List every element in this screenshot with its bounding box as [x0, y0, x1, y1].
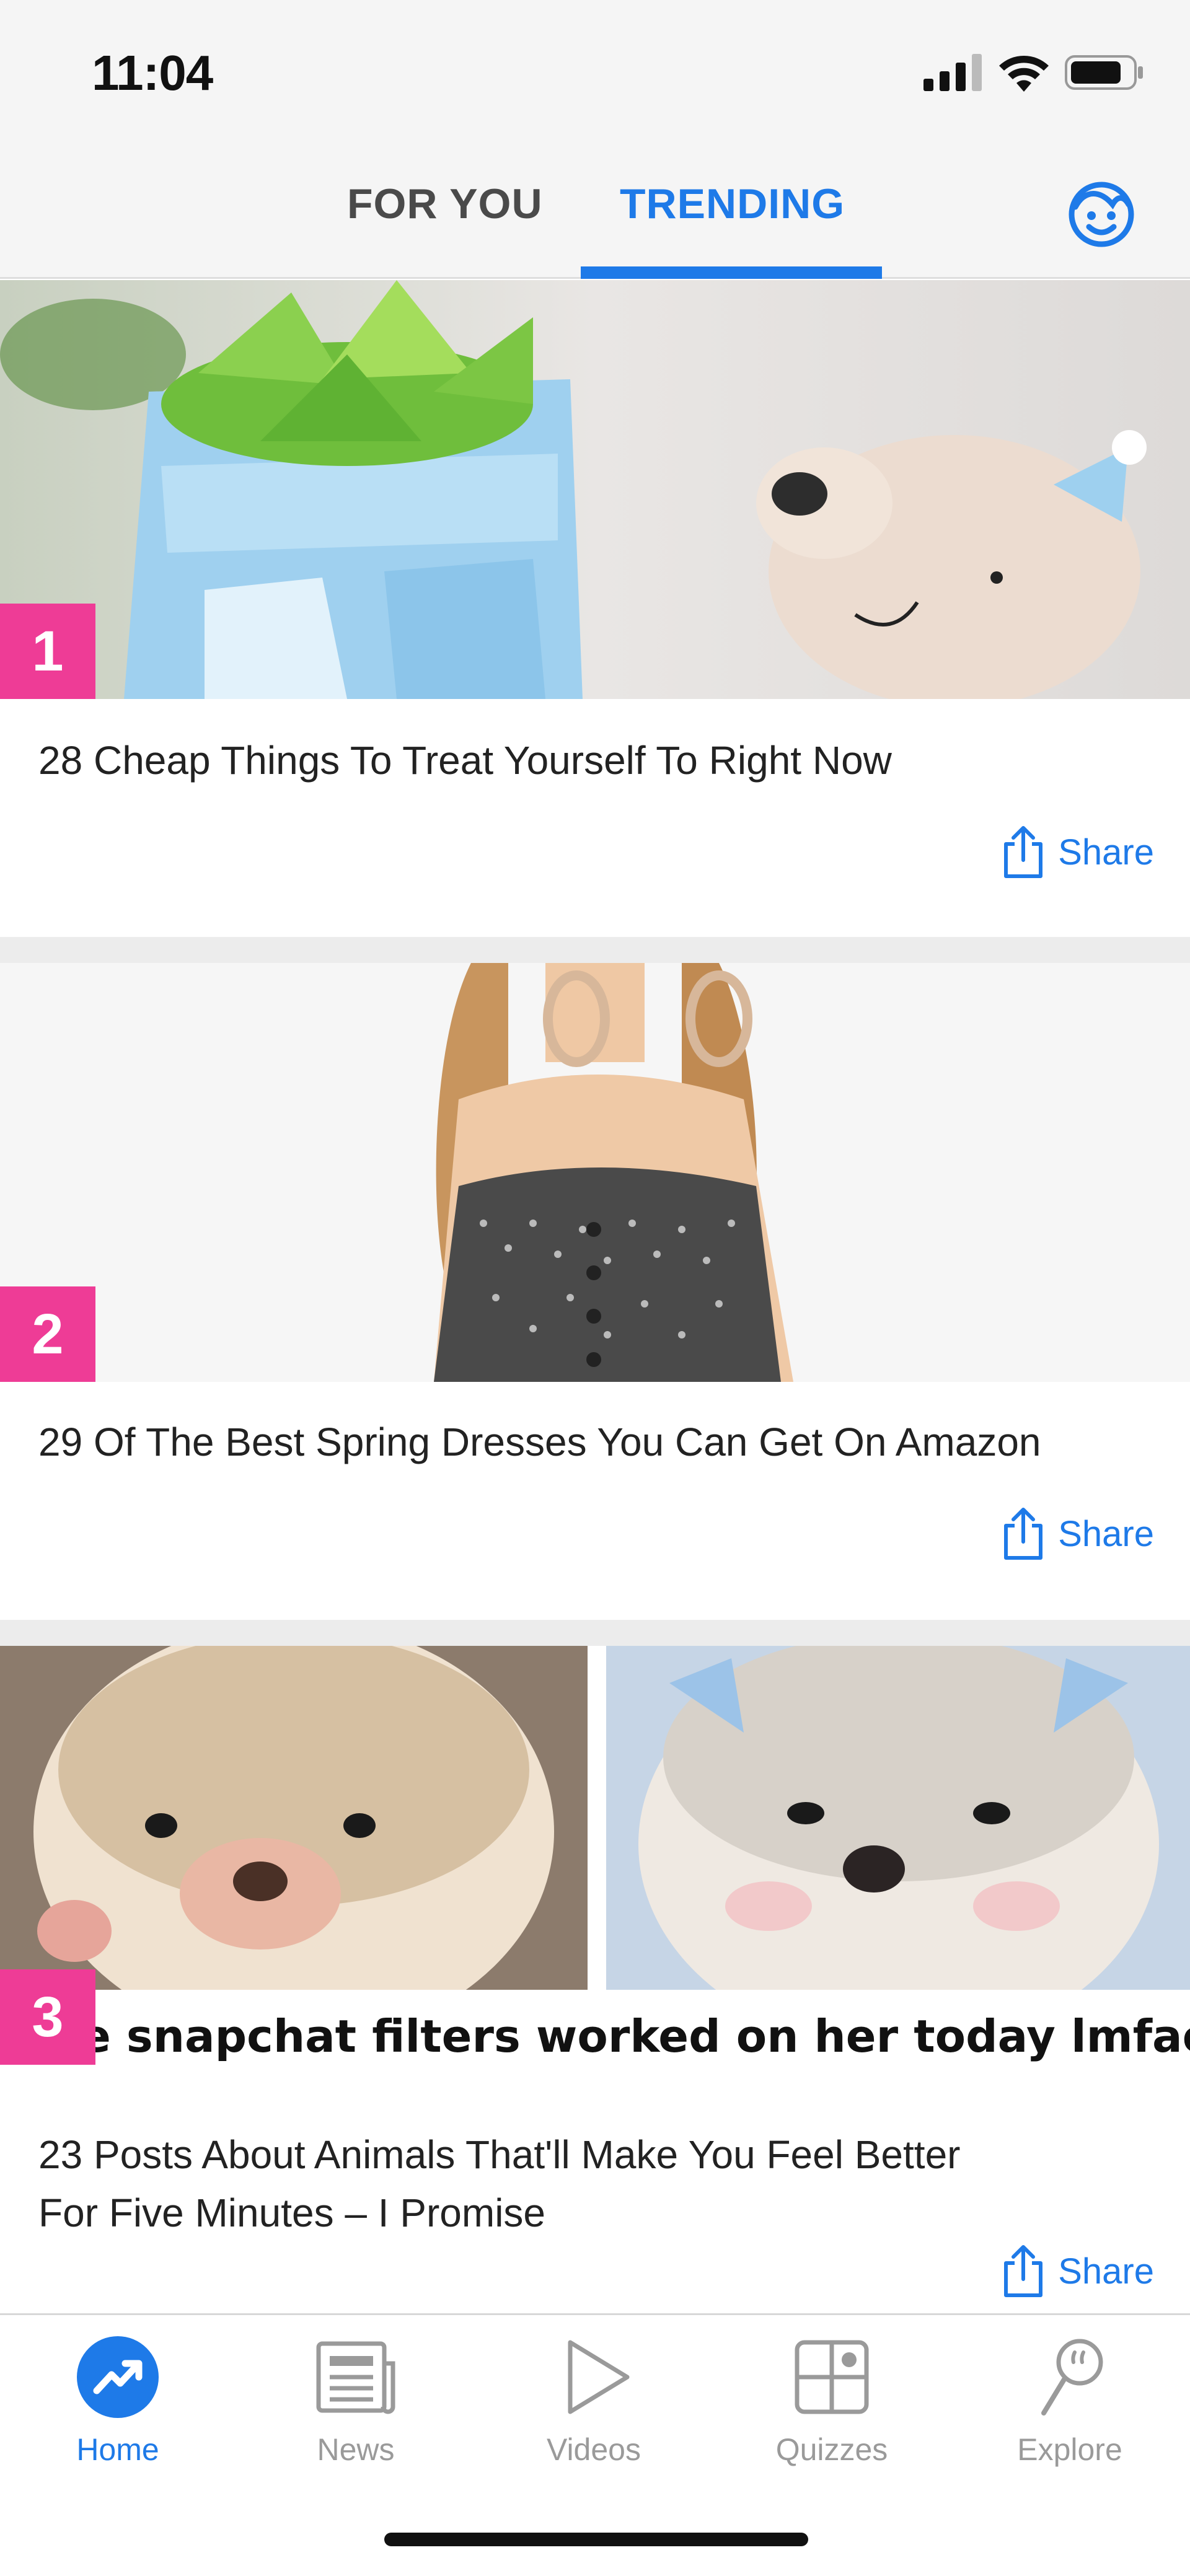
- status-time: 11:04: [92, 45, 213, 100]
- tab-for-you[interactable]: FOR YOU: [347, 180, 543, 228]
- nav-news[interactable]: News: [263, 2334, 449, 2468]
- succulent-and-bear-figurine-image[interactable]: [0, 280, 1190, 699]
- active-tab-indicator: [581, 266, 882, 279]
- wifi-icon: [999, 56, 1049, 92]
- trending-arrow-icon: [77, 2336, 159, 2418]
- rank-badge: 3: [0, 1969, 95, 2065]
- nav-label: News: [317, 2432, 395, 2467]
- nav-videos[interactable]: Videos: [501, 2334, 687, 2468]
- magnifier-icon: [1041, 2339, 1103, 2416]
- share-button[interactable]: Share: [1002, 2244, 1154, 2298]
- quiz-grid-icon: [795, 2340, 869, 2414]
- share-label: Share: [1058, 1513, 1154, 1554]
- woman-in-dress-image[interactable]: [0, 963, 1190, 1382]
- card-separator: [0, 937, 1190, 963]
- tab-trending[interactable]: TRENDING: [620, 180, 845, 228]
- post-card[interactable]: e snapchat filters worked on her today l…: [0, 1646, 1190, 2313]
- status-bar: 11:04: [0, 0, 1190, 143]
- play-icon: [568, 2340, 630, 2414]
- app-screen: 11:04 FOR YOU TRENDING 1 28 Cheap Things…: [0, 0, 1190, 2576]
- nav-label: Quizzes: [775, 2432, 888, 2467]
- cellular-signal-icon: [923, 54, 982, 91]
- nav-explore[interactable]: Explore: [977, 2334, 1163, 2468]
- card-separator: [0, 1620, 1190, 1646]
- post-title[interactable]: 28 Cheap Things To Treat Yourself To Rig…: [38, 731, 1154, 789]
- rank-badge: 2: [0, 1286, 95, 1382]
- tabs-header: FOR YOU TRENDING: [0, 143, 1190, 279]
- share-label: Share: [1058, 832, 1154, 873]
- battery-icon: [1065, 55, 1143, 90]
- nav-label: Videos: [547, 2432, 641, 2467]
- status-icons: [923, 53, 1145, 92]
- nav-label: Explore: [1017, 2432, 1122, 2467]
- share-icon: [1004, 1508, 1043, 1560]
- share-button[interactable]: Share: [1002, 825, 1154, 879]
- newspaper-icon: [316, 2341, 395, 2414]
- share-label: Share: [1058, 2251, 1154, 2292]
- rank-badge: 1: [0, 604, 95, 699]
- nav-home[interactable]: Home: [25, 2334, 211, 2468]
- nav-quizzes[interactable]: Quizzes: [739, 2334, 925, 2468]
- smiley-face-icon: [1069, 182, 1134, 247]
- home-indicator: [384, 2533, 808, 2546]
- post-title[interactable]: 23 Posts About Animals That'll Make You …: [38, 2125, 1154, 2242]
- post-card[interactable]: 2 29 Of The Best Spring Dresses You Can …: [0, 963, 1190, 1620]
- image-caption: e snapchat filters worked on her today l…: [0, 1990, 1190, 2080]
- profile-button[interactable]: [1064, 177, 1139, 252]
- hedgehogs-image[interactable]: e snapchat filters worked on her today l…: [0, 1646, 1190, 2080]
- post-title[interactable]: 29 Of The Best Spring Dresses You Can Ge…: [38, 1413, 1154, 1471]
- share-button[interactable]: Share: [1002, 1507, 1154, 1560]
- share-icon: [1004, 2245, 1043, 2297]
- share-icon: [1004, 826, 1043, 878]
- post-card[interactable]: 1 28 Cheap Things To Treat Yourself To R…: [0, 280, 1190, 938]
- nav-label: Home: [76, 2432, 159, 2467]
